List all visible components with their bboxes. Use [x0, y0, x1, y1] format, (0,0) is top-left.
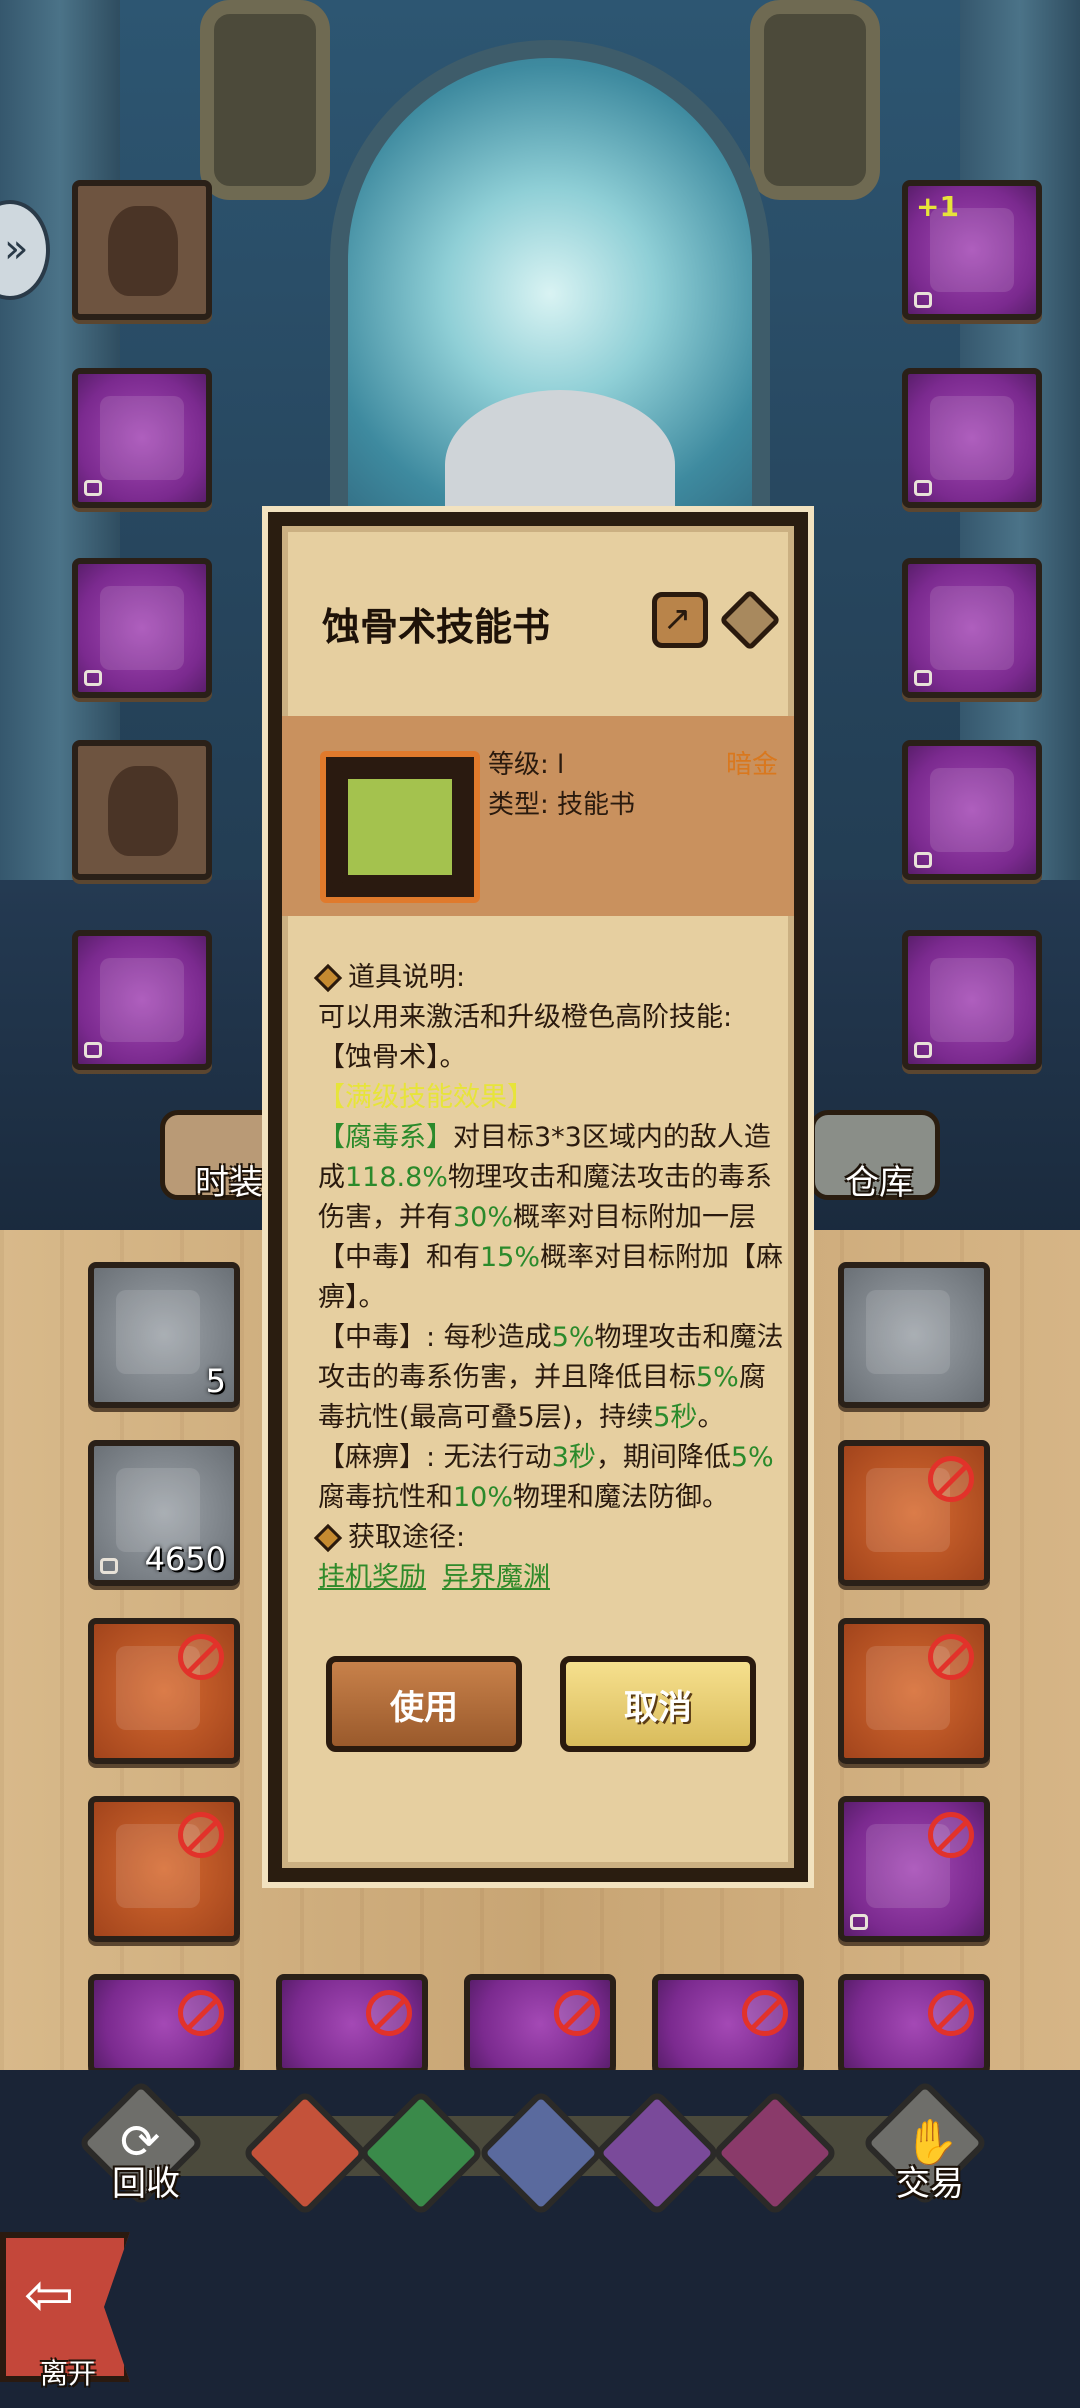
equip-slot-armor[interactable] [72, 558, 212, 698]
left-ornament [200, 0, 330, 200]
armor-icon [100, 586, 184, 670]
no-entry-icon [928, 1634, 974, 1680]
item-level: 等级: l [488, 750, 565, 780]
no-entry-icon [928, 1456, 974, 1502]
item-title: 蚀骨术技能书 [322, 604, 551, 649]
equip-slot-book[interactable]: +1 [902, 180, 1042, 320]
item-count: 5 [205, 1362, 226, 1400]
no-entry-icon [742, 1990, 788, 2036]
no-entry-icon [928, 1812, 974, 1858]
equip-slot-ring[interactable] [902, 558, 1042, 698]
ore-icon [866, 1290, 950, 1374]
crystal-icon [930, 958, 1014, 1042]
inventory-slot[interactable] [464, 1974, 616, 2074]
item-description: 道具说明: 可以用来激活和升级橙色高阶技能: 【蚀骨术】。 【满级技能效果】 【… [313, 958, 788, 1598]
lock-icon [100, 1558, 118, 1574]
item-icon-frame [320, 751, 480, 903]
lock-icon [84, 480, 102, 496]
necklace-icon [930, 768, 1014, 852]
item-count: 4650 [144, 1540, 226, 1578]
inventory-slot[interactable] [652, 1974, 804, 2074]
equip-slot-weapon[interactable] [72, 368, 212, 508]
fashion-button[interactable]: 时装 [160, 1110, 280, 1203]
lock-icon [914, 292, 932, 308]
max-effect-title: 【满级技能效果】 [318, 1082, 534, 1113]
equip-slot-bracelet[interactable] [902, 368, 1042, 508]
filter-weapon-button[interactable] [357, 2089, 485, 2217]
lock-icon [914, 852, 932, 868]
source-section-title: 获取途径: [348, 1522, 466, 1553]
diamond-bullet-icon [313, 1523, 343, 1553]
weapon-icon [100, 396, 184, 480]
ring-icon [930, 586, 1014, 670]
filter-potion-button[interactable] [593, 2089, 721, 2217]
item-detail-dialog: 蚀骨术技能书 ↗ 等级: l 类型: 技能书 暗金 道具说明: 可以用来激活和升… [268, 512, 808, 1882]
item-quality: 暗金 [726, 750, 779, 780]
equip-slot-necklace[interactable] [902, 740, 1042, 880]
equip-slot-crystal[interactable] [902, 930, 1042, 1070]
lock-icon [914, 670, 932, 686]
share-button[interactable]: ↗ [652, 592, 708, 648]
effect-paragraph-3: 【麻痹】: 无法行动3秒，期间降低5%腐毒抗性和10%物理和魔法防御。 [318, 1442, 774, 1513]
no-entry-icon [178, 1634, 224, 1680]
exit-arrow-icon: ⇦ [24, 2260, 75, 2330]
no-entry-icon [178, 1990, 224, 2036]
item-type: 类型: 技能书 [488, 790, 636, 820]
inventory-slot[interactable] [838, 1262, 990, 1408]
source-link-idle-reward[interactable]: 挂机奖励 [318, 1558, 426, 1598]
enhance-level: +1 [916, 190, 959, 223]
inventory-slot[interactable] [838, 1796, 990, 1942]
effect-paragraph-1: 【腐毒系】对目标3*3区域内的敌人造成118.8%物理攻击和魔法攻击的毒系伤害，… [318, 1122, 784, 1313]
inventory-slot[interactable] [838, 1974, 990, 2074]
lock-toggle-button[interactable] [718, 588, 782, 652]
recycle-label: 回收 [112, 2164, 180, 2204]
legs-silhouette-icon [108, 766, 178, 856]
boots-icon [100, 958, 184, 1042]
blue-emblem-icon [116, 1290, 200, 1374]
inventory-slot[interactable] [276, 1974, 428, 2074]
diamond-bullet-icon [313, 963, 343, 993]
equip-slot-legs[interactable] [72, 740, 212, 880]
inventory-slot[interactable] [88, 1796, 240, 1942]
double-chevron-icon: » [4, 226, 29, 272]
lock-icon [850, 1914, 868, 1930]
fashion-label: 时装 [195, 1163, 263, 1203]
warehouse-label: 仓库 [845, 1163, 913, 1203]
trade-label: 交易 [896, 2164, 964, 2204]
filter-gift-button[interactable] [711, 2089, 839, 2217]
skill-book-icon [340, 771, 460, 883]
bottom-toolbar: ⟳ 回收 ✋ 交易 ⇦ 离开 [0, 2070, 1080, 2408]
inventory-slot[interactable]: 5 [88, 1262, 240, 1408]
inventory-slot[interactable] [88, 1618, 240, 1764]
equip-slot-boots[interactable] [72, 930, 212, 1070]
no-entry-icon [178, 1812, 224, 1858]
bracelet-icon [930, 396, 1014, 480]
desc-line: 可以用来激活和升级橙色高阶技能: [318, 1002, 733, 1033]
no-entry-icon [928, 1990, 974, 2036]
share-icon: ↗ [663, 599, 692, 639]
no-entry-icon [366, 1990, 412, 2036]
desc-line: 【蚀骨术】。 [318, 1042, 467, 1073]
inventory-slot[interactable] [88, 1974, 240, 2074]
no-entry-icon [554, 1990, 600, 2036]
helmet-silhouette-icon [108, 206, 178, 296]
source-link-abyss[interactable]: 异界魔渊 [442, 1558, 550, 1598]
filter-all-button[interactable] [241, 2089, 369, 2217]
lock-icon [84, 670, 102, 686]
effect-paragraph-2: 【中毒】: 每秒造成5%物理攻击和魔法攻击的毒系伤害，并且降低目标5%腐毒抗性(… [318, 1322, 784, 1433]
right-ornament [750, 0, 880, 200]
leave-label: 离开 [40, 2357, 97, 2390]
inventory-slot[interactable]: 4650 [88, 1440, 240, 1586]
lock-icon [914, 1042, 932, 1058]
lock-icon [84, 1042, 102, 1058]
lock-icon [914, 480, 932, 496]
equip-slot-helmet[interactable] [72, 180, 212, 320]
inventory-slot[interactable] [838, 1440, 990, 1586]
cancel-button[interactable]: 取消 [560, 1656, 756, 1752]
warehouse-button[interactable]: 仓库 [810, 1110, 940, 1203]
desc-section-title: 道具说明: [348, 962, 466, 993]
filter-pentagram-button[interactable] [477, 2089, 605, 2217]
use-button[interactable]: 使用 [326, 1656, 522, 1752]
inventory-slot[interactable] [838, 1618, 990, 1764]
